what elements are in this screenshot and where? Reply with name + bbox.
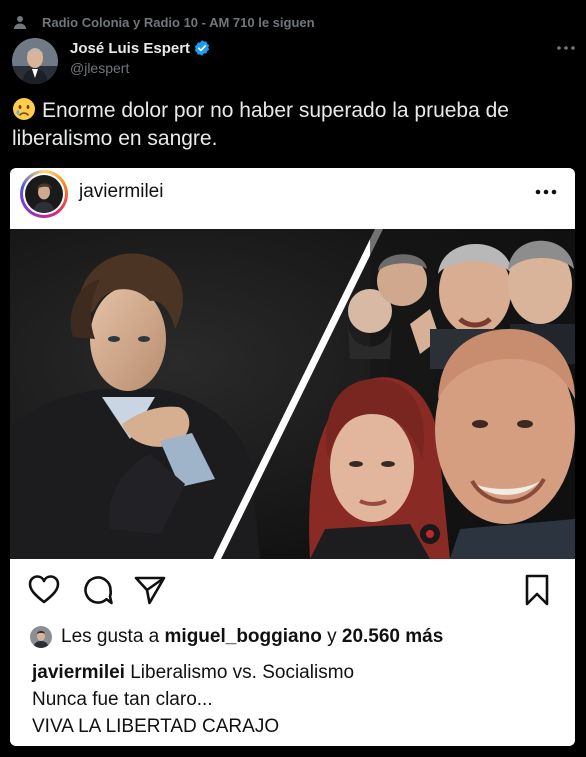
more-options-icon[interactable]	[556, 44, 576, 52]
author-block: José Luis Espert @jlespert	[70, 38, 211, 76]
caption-line-2: Nunca fue tan claro...	[32, 689, 213, 710]
caption-line-1: Liberalismo vs. Socialismo	[130, 662, 355, 683]
instagram-story-ring	[20, 170, 68, 218]
instagram-username: javiermilei	[79, 181, 164, 202]
caption-line-3: VIVA LA LIBERTAD CARAJO	[32, 716, 280, 737]
tweet-text: Enorme dolor por no haber superado la pr…	[12, 97, 574, 153]
tweet-text-content: Enorme dolor por no haber superado la pr…	[12, 99, 509, 150]
author-handle[interactable]: @jlespert	[70, 60, 211, 76]
social-context-text: Radio Colonia y Radio 10 - AM 710 le sig…	[42, 14, 315, 30]
instagram-likes: Les gusta a miguel_boggiano y 20.560 más	[30, 625, 443, 649]
social-context[interactable]: Radio Colonia y Radio 10 - AM 710 le sig…	[12, 13, 315, 31]
likes-count: 20.560 más	[341, 626, 444, 647]
author-avatar[interactable]	[12, 38, 58, 84]
instagram-avatar	[25, 175, 63, 213]
person-icon	[14, 16, 26, 29]
instagram-more-icon	[535, 189, 557, 195]
instagram-action-bar	[10, 573, 575, 609]
instagram-caption: javiermilei Liberalismo vs. Socialismo N…	[32, 659, 354, 740]
instagram-post-image[interactable]: javiermilei Les gusta a miguel_boggiano …	[10, 168, 575, 746]
bookmark-icon	[525, 574, 549, 606]
comment-icon	[84, 576, 113, 605]
likes-user: miguel_boggiano	[164, 626, 322, 647]
likes-prefix: Les gusta a	[61, 626, 160, 647]
instagram-header: javiermilei	[10, 168, 575, 228]
crying-face-icon	[13, 98, 35, 120]
verified-badge-icon	[194, 40, 210, 56]
heart-icon	[28, 575, 60, 604]
likes-connector: y	[327, 626, 337, 647]
caption-username: javiermilei	[32, 662, 125, 683]
share-icon	[134, 576, 166, 605]
instagram-photo	[10, 229, 575, 559]
liker-avatar	[30, 626, 52, 648]
author-name[interactable]: José Luis Espert	[70, 40, 190, 57]
